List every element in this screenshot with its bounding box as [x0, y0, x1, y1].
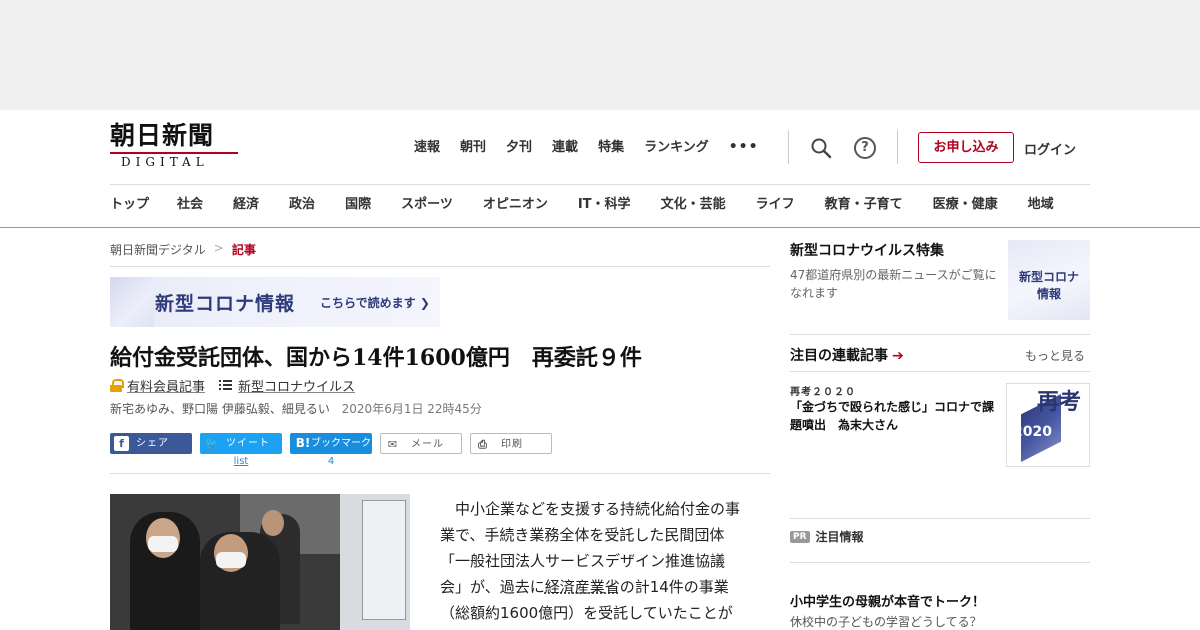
twitter-icon: 🐦 — [204, 437, 219, 450]
series-article-card[interactable]: 再考２０２０ 「金づちで殴られた感じ」コロナで課題噴出 為末大さん 再考 202… — [790, 383, 1090, 467]
banner-decoration — [110, 277, 154, 327]
nav-morning[interactable]: 朝刊 — [460, 138, 486, 158]
logo-japanese: 朝日新聞 — [110, 121, 215, 150]
subscribe-button[interactable]: お申し込み — [918, 132, 1014, 163]
advertisement-area — [0, 0, 1200, 110]
sidebar-divider — [790, 334, 1090, 335]
twitter-share-button[interactable]: 🐦 ツイート — [200, 433, 282, 454]
article-lead: 中小企業などを支援する持続化給付金の事業で、手続き業務全体を受託した民間団体「一… — [440, 496, 746, 630]
nav-features[interactable]: 特集 — [598, 138, 624, 158]
list-icon — [219, 380, 233, 391]
thumb-kanji: 再考 — [1037, 389, 1082, 415]
breadcrumb-home[interactable]: 朝日新聞デジタル — [110, 241, 206, 258]
category-sports[interactable]: スポーツ — [401, 196, 453, 214]
pr-heading: PR 注目情報 — [790, 528, 864, 545]
print-label: 印刷 — [501, 439, 523, 450]
topic-link[interactable]: 新型コロナウイルス — [238, 376, 355, 395]
header-divider — [110, 184, 1090, 185]
facebook-share-button[interactable]: f シェア — [110, 433, 192, 454]
series-article-title: 「金づちで殴られた感じ」コロナで課題噴出 為末大さん — [790, 400, 995, 432]
category-international[interactable]: 国際 — [345, 196, 371, 214]
pr-article-description: 休校中の子どもの学習どうしてる？ — [790, 615, 982, 629]
pr-badge: PR — [790, 530, 810, 543]
category-politics[interactable]: 政治 — [289, 196, 315, 214]
authors: 新宅あゆみ、野口陽 伊藤弘毅、細見るい — [110, 402, 330, 416]
breadcrumb-separator: > — [213, 241, 224, 255]
see-more-link[interactable]: もっと見る — [1025, 347, 1085, 364]
logo-underline — [110, 152, 238, 154]
facebook-icon: f — [114, 436, 129, 451]
header-separator — [788, 130, 789, 164]
help-icon[interactable]: ? — [854, 137, 876, 159]
article-headline: 給付金受託団体、国から14件1600億円 再委託９件 — [110, 345, 642, 371]
search-icon[interactable] — [810, 137, 832, 159]
nav-evening[interactable]: 夕刊 — [506, 138, 532, 158]
banner-link: こちらで読めます ❯ — [320, 296, 430, 310]
site-header: 朝日新聞 DIGITAL 速報 朝刊 夕刊 連載 特集 ランキング ••• ? … — [0, 110, 1200, 228]
nav-series[interactable]: 連載 — [552, 138, 578, 158]
hatena-bookmark-button[interactable]: B! ブックマーク — [290, 433, 372, 454]
lock-icon — [110, 379, 124, 392]
nav-ranking[interactable]: ランキング — [644, 138, 709, 158]
pr-article-title[interactable]: 小中学生の母親が本音でトーク！ — [790, 591, 985, 610]
category-culture[interactable]: 文化・芸能 — [661, 196, 726, 214]
top-nav: 速報 朝刊 夕刊 連載 特集 ランキング ••• — [414, 138, 759, 158]
logo-english: DIGITAL — [121, 155, 209, 169]
category-education[interactable]: 教育・子育て — [825, 196, 903, 214]
share-divider — [110, 473, 770, 474]
series-thumbnail: 再考 2020 — [1006, 383, 1090, 467]
pr-heading-label: 注目情報 — [815, 530, 864, 544]
mail-label: メール — [411, 439, 444, 450]
corona-feature-card[interactable]: 新型コロナウイルス特集 47都道府県別の最新ニュースがご覧になれます 新型コロナ… — [790, 240, 1090, 320]
category-opinion[interactable]: オピニオン — [483, 196, 548, 214]
mail-icon: ✉ — [387, 438, 398, 451]
twitter-share-label: ツイート — [226, 438, 270, 449]
print-icon: ⎙ — [478, 438, 487, 451]
ministry-link[interactable]: 経済産業省 — [545, 578, 620, 596]
category-region[interactable]: 地域 — [1028, 196, 1054, 214]
sidebar-divider — [790, 562, 1090, 563]
site-logo[interactable]: 朝日新聞 DIGITAL — [110, 122, 242, 172]
banner-title: 新型コロナ情報 — [155, 293, 296, 315]
login-link[interactable]: ログイン — [1024, 139, 1076, 158]
category-economy[interactable]: 経済 — [233, 196, 259, 214]
article-meta: 有料会員記事 新型コロナウイルス — [110, 376, 355, 395]
byline: 新宅あゆみ、野口陽 伊藤弘毅、細見るい 2020年6月1日 22時45分 — [110, 400, 482, 417]
nav-breaking[interactable]: 速報 — [414, 138, 440, 158]
thumb-line-2: 情報 — [1036, 287, 1061, 301]
breadcrumb-current: 記事 — [231, 243, 256, 257]
mail-button[interactable]: ✉ メール — [380, 433, 462, 454]
header-separator — [897, 130, 898, 164]
breadcrumb: 朝日新聞デジタル > 記事 — [110, 241, 256, 258]
article-photo — [110, 494, 410, 630]
category-life[interactable]: ライフ — [756, 196, 795, 214]
publish-date: 2020年6月1日 22時45分 — [341, 402, 482, 416]
feature-thumbnail: 新型コロナ 情報 — [1008, 240, 1090, 320]
print-button[interactable]: ⎙ 印刷 — [470, 433, 552, 454]
category-nav: トップ 社会 経済 政治 国際 スポーツ オピニオン IT・科学 文化・芸能 ラ… — [110, 196, 1100, 214]
corona-info-banner[interactable]: 新型コロナ情報 こちらで読めます ❯ — [110, 277, 440, 327]
more-menu-icon[interactable]: ••• — [729, 138, 759, 158]
category-top[interactable]: トップ — [110, 196, 149, 214]
sidebar-divider — [790, 371, 1090, 372]
member-article-link[interactable]: 有料会員記事 — [127, 376, 205, 395]
sidebar-divider — [790, 518, 1090, 519]
thumb-line-1: 新型コロナ — [1018, 270, 1079, 284]
series-heading-label: 注目の連載記事 — [790, 348, 888, 364]
thumb-year: 2020 — [1013, 424, 1052, 440]
category-it-science[interactable]: IT・科学 — [578, 196, 631, 214]
feature-description: 47都道府県別の最新ニュースがご覧になれます — [790, 268, 997, 300]
hatena-icon: B! — [295, 436, 311, 450]
category-health[interactable]: 医療・健康 — [933, 196, 998, 214]
hatena-count: 4 — [327, 456, 335, 467]
category-society[interactable]: 社会 — [177, 196, 203, 214]
facebook-share-label: シェア — [136, 438, 169, 449]
arrow-right-icon: ➔ — [892, 348, 904, 364]
series-heading[interactable]: 注目の連載記事 ➔ — [790, 345, 904, 365]
hatena-bookmark-label: ブックマーク — [311, 438, 371, 449]
twitter-count[interactable]: list — [200, 456, 282, 467]
breadcrumb-divider — [110, 266, 770, 267]
